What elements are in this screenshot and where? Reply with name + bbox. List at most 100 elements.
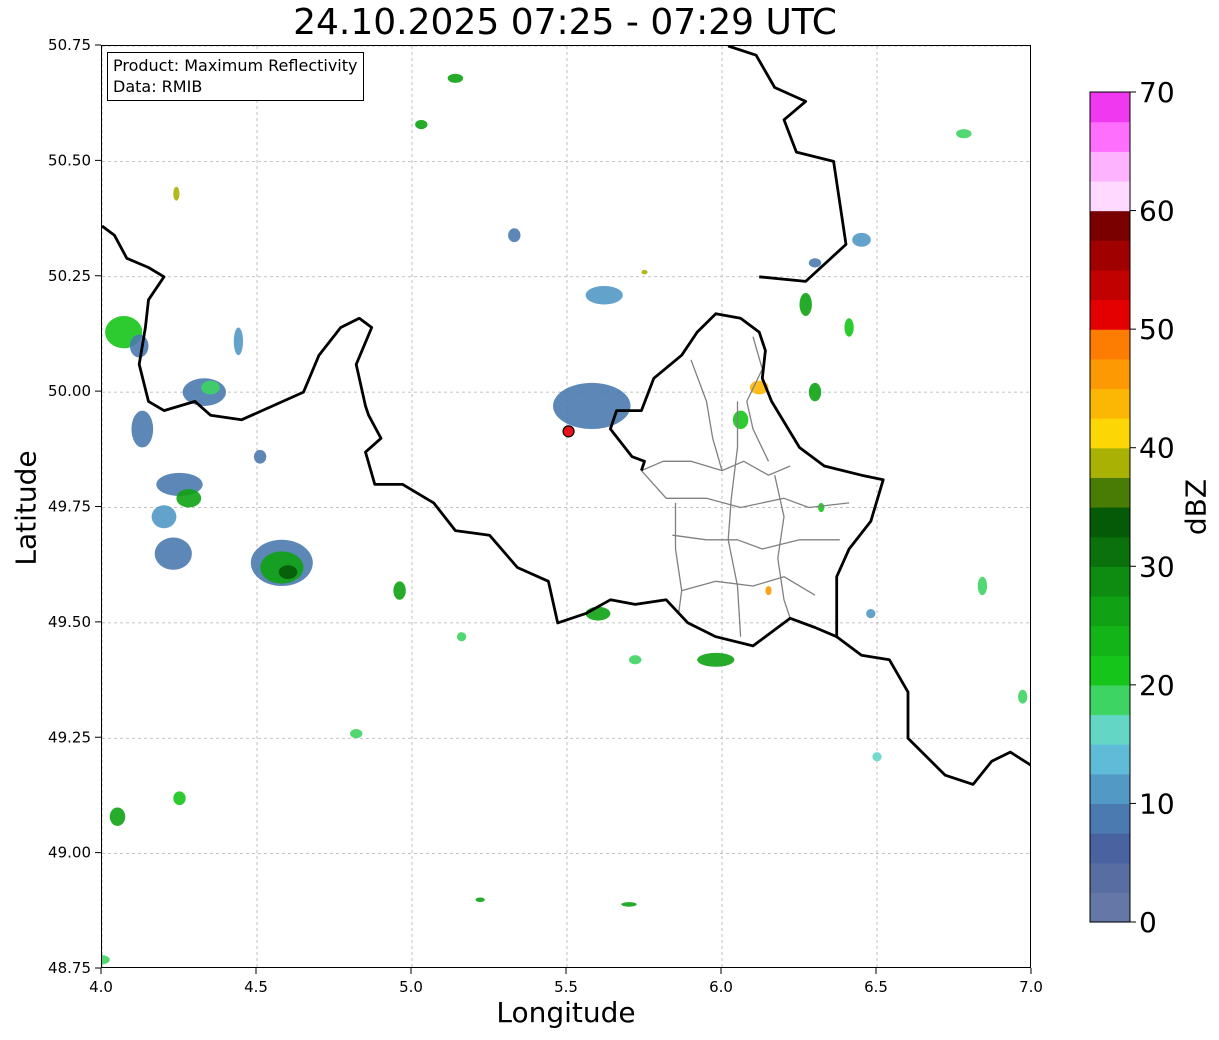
colorbar-tick-label: 20 xyxy=(1139,669,1175,702)
colorbar-swatch xyxy=(1090,773,1130,805)
echo-cell xyxy=(585,606,611,621)
province-border xyxy=(727,401,742,637)
colorbar-swatch xyxy=(1090,536,1130,567)
colorbar-swatch xyxy=(1090,92,1130,123)
y-tick-label: 49.00 xyxy=(48,844,91,862)
info-box: Product: Maximum Reflectivity Data: RMIB xyxy=(107,52,365,101)
colorbar-swatch xyxy=(1090,507,1130,538)
echo-cell xyxy=(447,73,464,83)
y-tick-label: 49.75 xyxy=(48,498,91,516)
colorbar-tick-label: 50 xyxy=(1139,313,1175,346)
echo-cell xyxy=(844,318,854,337)
echo-cell xyxy=(176,489,202,508)
echo-cell xyxy=(621,902,637,907)
echo-cell xyxy=(201,380,220,395)
colorbar-swatch xyxy=(1090,418,1130,449)
echo-cell xyxy=(799,292,812,316)
data-source-label: Data: RMIB xyxy=(113,77,203,96)
echo-cell xyxy=(456,632,467,642)
map-title: 24.10.2025 07:25 - 07:29 UTC xyxy=(293,2,837,43)
echo-cell xyxy=(253,449,267,464)
x-tick-label: 4.0 xyxy=(89,978,113,996)
country-border xyxy=(727,46,848,283)
echo-cell xyxy=(852,232,871,247)
colorbar-tick-label: 60 xyxy=(1139,195,1175,228)
colorbar-swatch xyxy=(1090,121,1130,152)
colorbar: 0 10 20 30 40 50 60 70 xyxy=(1089,80,1175,939)
radar-map[interactable] xyxy=(102,46,1031,968)
y-axis-label: Latitude xyxy=(9,450,43,566)
x-tick-label: 6.5 xyxy=(864,978,888,996)
colorbar-swatch xyxy=(1090,655,1130,686)
echo-cell xyxy=(765,585,772,596)
echo-cell xyxy=(585,285,623,305)
colorbar-swatch xyxy=(1090,180,1130,212)
echo-cell xyxy=(154,537,192,570)
colorbar-swatch xyxy=(1090,892,1130,923)
y-tick-label: 50.00 xyxy=(48,382,91,400)
province-border xyxy=(640,470,850,509)
y-tick-label: 50.50 xyxy=(48,151,91,169)
map-gridlines xyxy=(102,46,1030,967)
y-tick-label: 49.50 xyxy=(48,613,91,631)
echo-cell xyxy=(131,410,154,448)
echo-cell xyxy=(129,334,149,358)
echo-cell xyxy=(350,729,363,739)
colorbar-swatch xyxy=(1090,744,1130,775)
echo-cell xyxy=(393,581,406,600)
x-tick-label: 7.0 xyxy=(1019,978,1043,996)
map-frame[interactable] xyxy=(101,45,1031,968)
x-tick-label: 6.0 xyxy=(709,978,733,996)
province-border xyxy=(674,502,683,614)
colorbar-swatch xyxy=(1090,862,1130,893)
province-borders xyxy=(640,336,850,637)
echo-cell xyxy=(508,228,521,243)
colorbar-swatch xyxy=(1090,625,1130,656)
province-border xyxy=(641,460,791,476)
x-axis-label: Longitude xyxy=(496,996,636,1029)
colorbar-swatch xyxy=(1090,803,1130,834)
reflectivity-echoes xyxy=(102,73,1028,965)
province-border xyxy=(774,475,791,619)
colorbar-swatch xyxy=(1090,684,1130,716)
echo-cell xyxy=(818,502,825,513)
echo-cell xyxy=(233,327,244,356)
colorbar-swatch xyxy=(1090,595,1130,627)
colorbar-swatch xyxy=(1090,269,1130,301)
colorbar-swatch xyxy=(1090,151,1130,182)
product-label: Product: Maximum Reflectivity xyxy=(113,56,358,75)
country-border xyxy=(102,224,1030,786)
colorbar-tick-label: 40 xyxy=(1139,432,1175,465)
echo-cell xyxy=(732,410,749,430)
colorbar-label: dBZ xyxy=(1179,478,1213,536)
echo-cell xyxy=(977,576,988,596)
echo-cell xyxy=(415,119,428,130)
colorbar-tick-label: 10 xyxy=(1139,787,1175,820)
x-tick-label: 5.0 xyxy=(399,978,423,996)
echo-cell xyxy=(956,129,972,139)
echo-cell xyxy=(109,807,126,826)
colorbar-tick-label: 30 xyxy=(1139,550,1175,583)
colorbar-swatch xyxy=(1090,240,1130,271)
colorbar-swatch xyxy=(1090,299,1130,330)
y-tick-label: 49.25 xyxy=(48,728,91,746)
colorbar-swatch xyxy=(1090,566,1130,597)
x-tick-label: 5.5 xyxy=(554,978,578,996)
echo-cell xyxy=(173,791,186,806)
echo-cell xyxy=(475,897,485,903)
colorbar-swatch xyxy=(1090,388,1130,419)
colorbar-tick-label: 70 xyxy=(1139,80,1175,109)
echo-cell xyxy=(173,186,180,201)
x-tick-label: 4.5 xyxy=(244,978,268,996)
y-tick-label: 50.25 xyxy=(48,267,91,285)
echo-cell xyxy=(697,652,735,667)
echo-cell xyxy=(1018,689,1028,704)
y-tick-label: 48.75 xyxy=(48,959,91,977)
echo-cell xyxy=(866,609,876,619)
province-border xyxy=(690,359,723,471)
echo-cell xyxy=(629,655,642,665)
echo-cell xyxy=(278,565,298,580)
radar-site-marker xyxy=(562,425,575,438)
echo-cell xyxy=(641,269,648,275)
radar-site-group xyxy=(562,425,575,438)
